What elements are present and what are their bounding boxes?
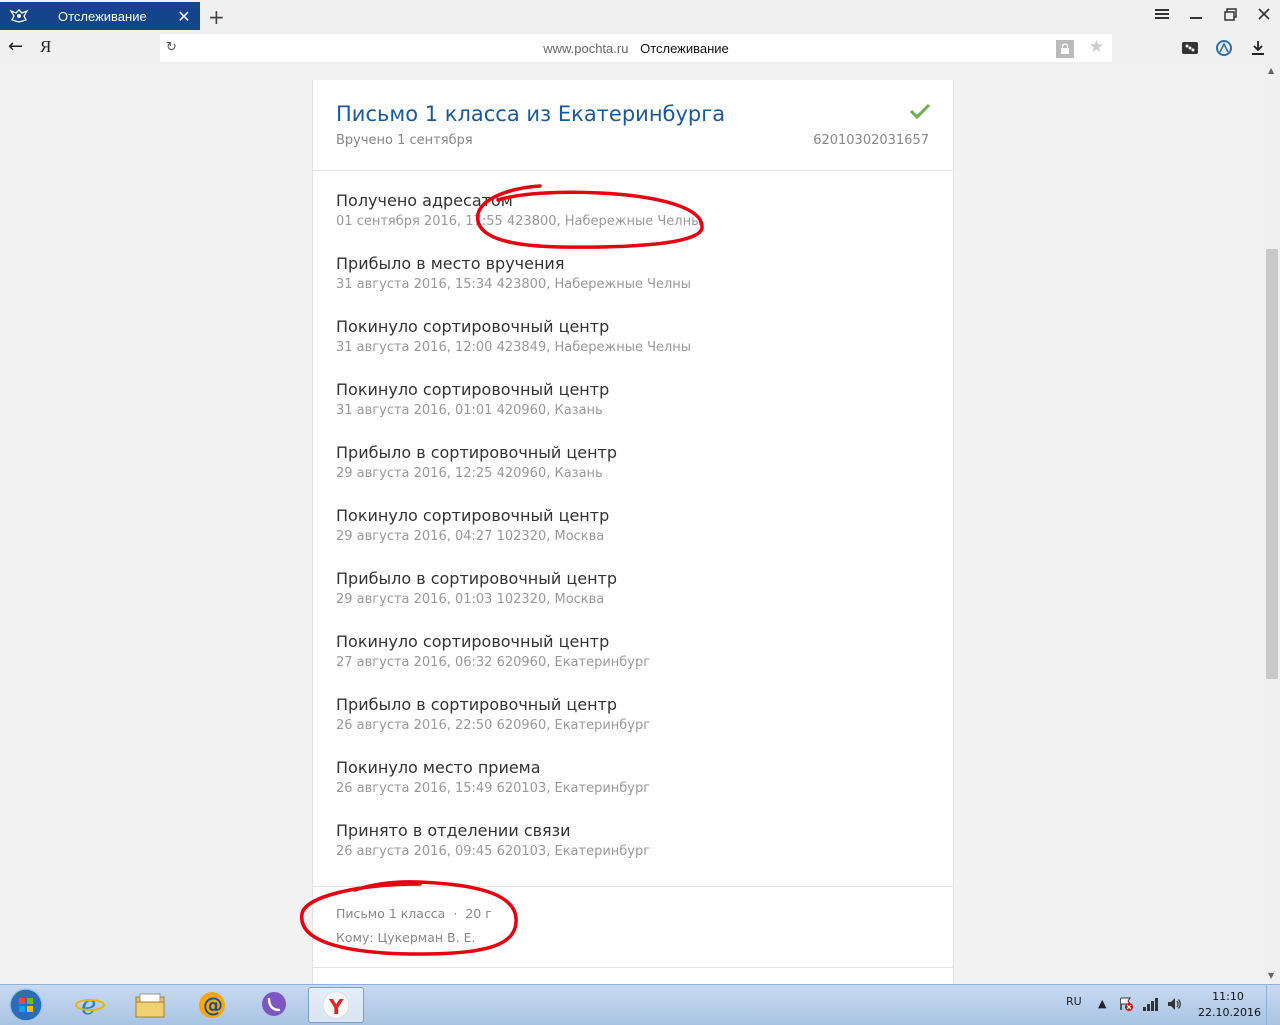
keyboard-language[interactable]: RU [1066, 995, 1082, 1008]
event-item: Покинуло место приема 26 августа 2016, 1… [313, 757, 953, 820]
item-type: Письмо 1 класса [336, 906, 446, 921]
tab-tracking[interactable]: Отслеживание ✕ [0, 2, 200, 30]
event-item: Получено адресатом 01 сентября 2016, 17:… [313, 190, 953, 253]
viber-icon [262, 992, 286, 1016]
event-title: Покинуло сортировочный центр [336, 506, 610, 525]
minimize-icon[interactable] [1188, 6, 1204, 22]
volume-icon[interactable] [1166, 996, 1182, 1015]
address-page-title: Отслеживание [640, 40, 729, 56]
back-button[interactable]: ← [8, 36, 23, 57]
event-meta: 26 августа 2016, 15:49 620103, Екатеринб… [336, 781, 651, 796]
event-meta: 01 сентября 2016, 17:55 423800, Набережн… [336, 214, 702, 229]
menu-icon[interactable] [1154, 6, 1170, 22]
item-recipient: Кому: Цукерман В. Е. [336, 930, 476, 945]
event-item: Покинуло сортировочный центр 29 августа … [313, 505, 953, 568]
internet-explorer-taskbar-button[interactable]: e [62, 987, 118, 1023]
item-status: Вручено 1 сентября [336, 133, 473, 148]
viber-taskbar-button[interactable] [246, 987, 302, 1023]
yandex-browser-taskbar-button[interactable]: Y [308, 987, 364, 1023]
page-viewport: Письмо 1 класса из Екатеринбурга Вручено… [0, 64, 1280, 984]
event-title: Принято в отделении связи [336, 821, 571, 840]
event-item: Прибыло в место вручения 31 августа 2016… [313, 253, 953, 316]
address-toolbar: ← Я ↻ www.pochta.ru Отслеживание ★ [0, 32, 1280, 64]
event-title: Покинуло место приема [336, 758, 541, 777]
event-item: Покинуло сортировочный центр 31 августа … [313, 316, 953, 379]
download-icon[interactable] [1248, 38, 1268, 58]
mail-at-icon: @ [199, 992, 225, 1018]
close-window-icon[interactable] [1256, 6, 1272, 22]
russian-post-eagle-icon [8, 7, 30, 25]
mail-agent-taskbar-button[interactable]: @ [184, 987, 240, 1023]
event-meta: 29 августа 2016, 12:25 420960, Казань [336, 466, 603, 481]
event-title: Получено адресатом [336, 191, 513, 210]
clock-date: 22.10.2016 [1198, 1006, 1261, 1019]
event-list: Получено адресатом 01 сентября 2016, 17:… [313, 171, 953, 883]
tab-bar: Отслеживание ✕ + [0, 0, 1280, 32]
separator-dot: · [453, 906, 458, 921]
event-meta: 31 августа 2016, 01:01 420960, Казань [336, 403, 603, 418]
event-title: Покинуло сортировочный центр [336, 380, 610, 399]
windows-start-icon [9, 988, 43, 1022]
scroll-up-arrow-icon[interactable]: ▲ [1268, 66, 1274, 75]
extension-vpn-icon[interactable] [1214, 38, 1234, 58]
lock-icon[interactable] [1056, 40, 1074, 58]
show-hidden-icons-icon[interactable]: ▲ [1098, 997, 1106, 1010]
item-title[interactable]: Письмо 1 класса из Екатеринбурга [336, 102, 725, 126]
svg-text:@: @ [203, 993, 223, 1017]
event-title: Прибыло в сортировочный центр [336, 443, 618, 462]
close-icon[interactable]: ✕ [176, 7, 192, 26]
reload-icon[interactable]: ↻ [166, 40, 177, 55]
event-title: Покинуло сортировочный центр [336, 317, 610, 336]
delivered-check-icon [909, 103, 931, 120]
action-center-flag-icon[interactable] [1118, 996, 1134, 1015]
yandex-browser-icon: Y [322, 991, 350, 1019]
network-signal-icon[interactable] [1142, 997, 1158, 1014]
event-item: Прибыло в сортировочный центр 26 августа… [313, 694, 953, 757]
extension-dice-icon[interactable] [1180, 38, 1200, 58]
yandex-home-button[interactable]: Я [40, 37, 51, 57]
event-title: Прибыло в место вручения [336, 254, 565, 273]
event-meta: 26 августа 2016, 22:50 620960, Екатеринб… [336, 718, 651, 733]
clock-time: 11:10 [1212, 990, 1244, 1003]
event-meta: 29 августа 2016, 01:03 102320, Москва [336, 592, 605, 607]
system-clock[interactable]: 11:10 22.10.2016 [1198, 989, 1261, 1021]
address-domain: www.pochta.ru [543, 40, 629, 56]
svg-text:Y: Y [328, 995, 344, 1019]
event-meta: 29 августа 2016, 04:27 102320, Москва [336, 529, 605, 544]
tab-title: Отслеживание [58, 8, 147, 24]
event-title: Прибыло в сортировочный центр [336, 695, 618, 714]
event-title: Покинуло сортировочный центр [336, 632, 610, 651]
event-title: Прибыло в сортировочный центр [336, 569, 618, 588]
event-item: Принято в отделении связи 26 августа 201… [313, 820, 953, 883]
item-weight: 20 г [465, 906, 492, 921]
event-item: Покинуло сортировочный центр 27 августа … [313, 631, 953, 694]
address-bar[interactable]: ↻ www.pochta.ru Отслеживание ★ [160, 34, 1112, 62]
item-details-footer: Письмо 1 класса · 20 г Кому: Цукерман В. Е… [313, 886, 953, 968]
bookmark-star-icon[interactable]: ★ [1089, 37, 1104, 57]
start-button[interactable] [2, 987, 50, 1023]
tracking-number: 62010302031657 [813, 133, 929, 148]
restore-icon[interactable] [1222, 6, 1238, 22]
item-type-weight: Письмо 1 класса · 20 г [336, 906, 492, 921]
event-meta: 27 августа 2016, 06:32 620960, Екатеринб… [336, 655, 651, 670]
internet-explorer-icon: e [75, 991, 105, 1020]
svg-text:e: e [81, 991, 96, 1020]
event-meta: 26 августа 2016, 09:45 620103, Екатеринб… [336, 844, 651, 859]
event-meta: 31 августа 2016, 15:34 423800, Набережны… [336, 277, 692, 292]
scroll-down-arrow-icon[interactable]: ▼ [1268, 971, 1274, 980]
scrollbar-thumb[interactable] [1266, 249, 1278, 679]
event-item: Покинуло сортировочный центр 31 августа … [313, 379, 953, 442]
vertical-scrollbar[interactable]: ▲ ▼ [1264, 64, 1280, 984]
card-header: Письмо 1 класса из Екатеринбурга Вручено… [313, 80, 953, 171]
tracking-card: Письмо 1 класса из Екатеринбурга Вручено… [312, 80, 954, 984]
folder-icon [135, 993, 165, 1018]
event-item: Прибыло в сортировочный центр 29 августа… [313, 442, 953, 505]
windows-taskbar: e @ Y RU ▲ 11:10 22.10.2016 [0, 984, 1280, 1025]
show-desktop-button[interactable] [1266, 985, 1280, 1025]
event-item: Прибыло в сортировочный центр 29 августа… [313, 568, 953, 631]
file-explorer-taskbar-button[interactable] [122, 987, 178, 1023]
new-tab-button[interactable]: + [208, 5, 225, 29]
event-meta: 31 августа 2016, 12:00 423849, Набережны… [336, 340, 692, 355]
